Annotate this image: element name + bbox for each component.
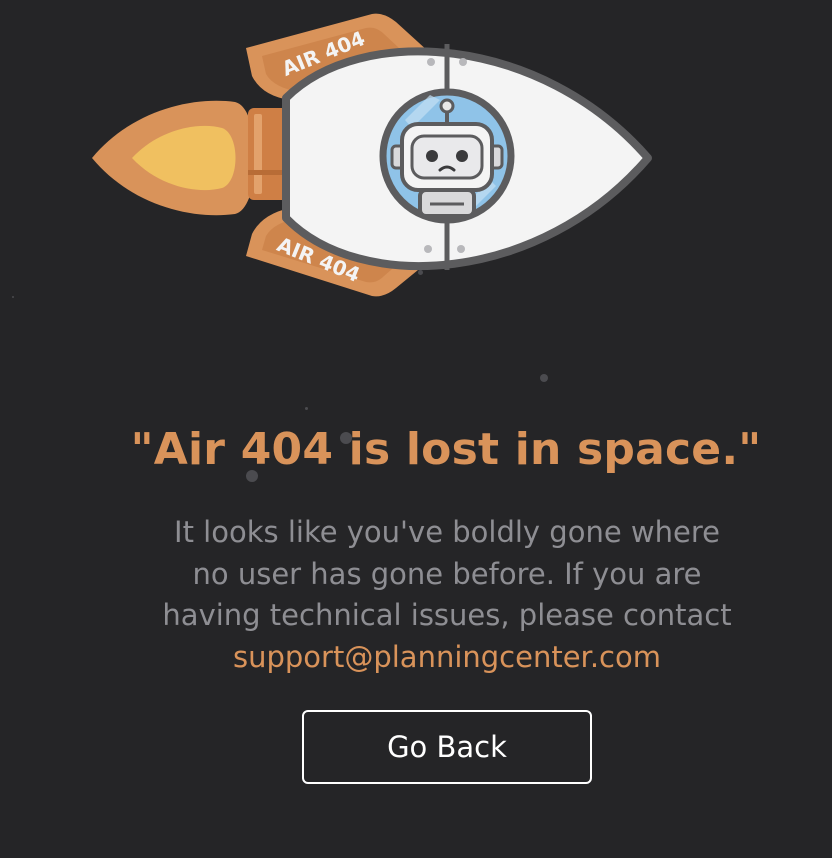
message-line-1: It looks like you've boldly gone where: [174, 515, 720, 549]
rocket-illustration: AIR 404 AIR 404: [92, 13, 652, 297]
support-email-line: support@planningcenter.com: [100, 637, 794, 679]
error-page: AIR 404 AIR 404 "Air 404 is lost in spac…: [0, 0, 832, 858]
message-line-2: no user has gone before. If you are: [192, 556, 702, 591]
star-dot: [305, 407, 308, 410]
message-line-3: having technical issues, please contact: [162, 598, 732, 632]
error-headline: "Air 404 is lost in space.": [130, 424, 762, 475]
error-message: It looks like you've boldly gone where n…: [100, 512, 794, 678]
go-back-button[interactable]: Go Back: [302, 710, 592, 784]
porthole-robot: [379, 88, 515, 224]
support-email-link[interactable]: support@planningcenter.com: [233, 640, 661, 674]
star-dot: [540, 374, 548, 382]
rocket-flame: [92, 100, 256, 216]
